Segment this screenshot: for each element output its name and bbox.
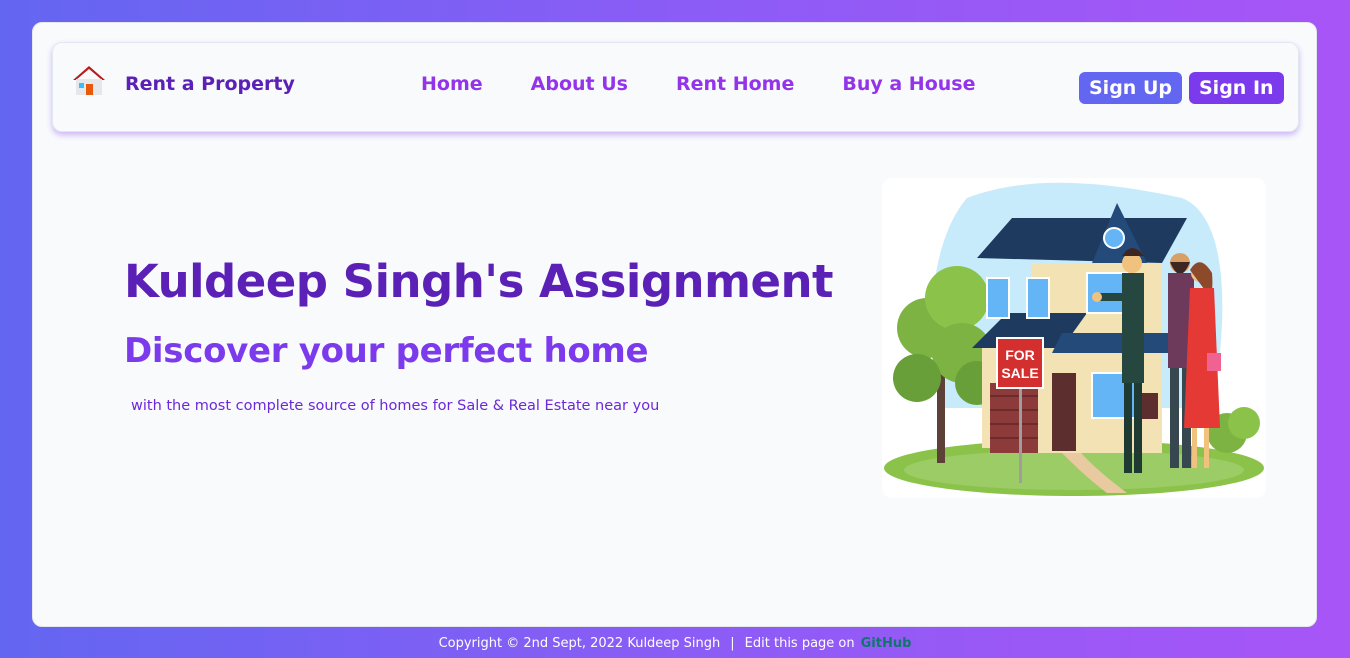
brand-name[interactable]: Rent a Property [125,73,295,95]
hero-subtitle: Discover your perfect home [124,331,649,371]
sign-text-line1: FOR [1005,347,1035,363]
footer: Copyright © 2nd Sept, 2022 Kuldeep Singh… [0,636,1350,651]
navbar: Rent a Property Home About Us Rent Home … [52,42,1299,132]
footer-edit-text: Edit this page on [744,636,855,651]
hero-title: Kuldeep Singh's Assignment [124,255,834,308]
sign-in-button[interactable]: Sign In [1189,72,1284,104]
hero-illustration: FOR SALE [882,178,1266,498]
footer-separator: | [730,636,735,651]
sign-text-line2: SALE [1001,365,1038,381]
footer-copyright: Copyright © 2nd Sept, 2022 Kuldeep Singh [438,636,721,651]
hero-description: with the most complete source of homes f… [131,398,660,414]
main-card: Rent a Property Home About Us Rent Home … [32,22,1317,627]
house-for-sale-illustration: FOR SALE [884,182,1264,496]
nav-link-rent-home[interactable]: Rent Home [676,73,794,95]
nav-link-buy-a-house[interactable]: Buy a House [842,73,975,95]
nav-links: Home About Us Rent Home Buy a House [421,73,1023,95]
github-link[interactable]: GitHub [861,636,912,651]
nav-link-home[interactable]: Home [421,73,483,95]
sign-up-button[interactable]: Sign Up [1079,72,1182,104]
nav-link-about-us[interactable]: About Us [531,73,628,95]
house-icon[interactable] [71,62,107,98]
